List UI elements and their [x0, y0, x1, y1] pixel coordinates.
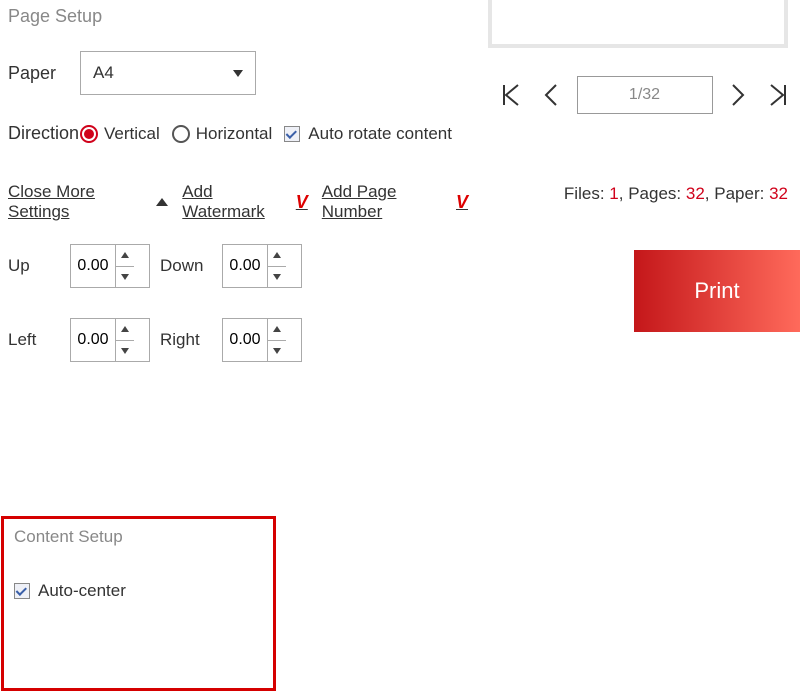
- paper-count-label: Paper:: [714, 184, 764, 203]
- auto-center-label: Auto-center: [38, 581, 126, 601]
- margin-right-label: Right: [160, 330, 212, 350]
- margin-left-input[interactable]: [71, 319, 115, 361]
- direction-vertical-radio[interactable]: Vertical: [80, 124, 160, 144]
- margin-down-increase[interactable]: [268, 245, 286, 267]
- paper-select[interactable]: A4: [80, 51, 256, 95]
- check-icon: [286, 127, 297, 138]
- auto-center-checkbox[interactable]: Auto-center: [14, 581, 126, 601]
- margin-right-decrease[interactable]: [268, 341, 286, 362]
- close-more-settings-label: Close More Settings: [8, 182, 148, 222]
- expand-icon: V: [296, 192, 308, 213]
- margin-down-decrease[interactable]: [268, 267, 286, 288]
- margin-right-input[interactable]: [223, 319, 267, 361]
- radio-unchecked-icon: [172, 125, 190, 143]
- margin-up-increase[interactable]: [116, 245, 134, 267]
- expand-icon: V: [456, 192, 468, 213]
- files-label: Files:: [564, 184, 605, 203]
- chevron-down-icon: [233, 70, 243, 77]
- auto-rotate-checkbox[interactable]: Auto rotate content: [284, 124, 452, 144]
- chevron-left-icon: [543, 83, 559, 107]
- arrow-down-icon: [121, 348, 129, 354]
- margin-left-label: Left: [8, 330, 60, 350]
- radio-checked-icon: [80, 125, 98, 143]
- page-setup-title: Page Setup: [8, 6, 468, 27]
- margin-down-label: Down: [160, 256, 212, 276]
- last-page-icon: [768, 83, 788, 107]
- margin-left-spinbox[interactable]: [70, 318, 150, 362]
- direction-horizontal-radio[interactable]: Horizontal: [172, 124, 273, 144]
- arrow-up-icon: [121, 326, 129, 332]
- add-watermark-label: Add Watermark: [182, 182, 289, 222]
- content-setup-title: Content Setup: [14, 527, 263, 547]
- paper-count-value: 32: [769, 184, 788, 203]
- margin-left-increase[interactable]: [116, 319, 134, 341]
- margin-down-input[interactable]: [223, 245, 267, 287]
- arrow-up-icon: [273, 326, 281, 332]
- margin-up-decrease[interactable]: [116, 267, 134, 288]
- chevron-up-icon: [156, 198, 168, 206]
- first-page-icon: [501, 83, 521, 107]
- prev-page-button[interactable]: [539, 79, 563, 111]
- last-page-button[interactable]: [764, 79, 792, 111]
- first-page-button[interactable]: [497, 79, 525, 111]
- pages-label: Pages:: [628, 184, 681, 203]
- pages-value: 32: [686, 184, 705, 203]
- margin-up-input[interactable]: [71, 245, 115, 287]
- pager: 1/32: [497, 76, 792, 114]
- content-setup-section: Content Setup Auto-center: [1, 516, 276, 691]
- direction-vertical-label: Vertical: [104, 124, 160, 144]
- margin-down-spinbox[interactable]: [222, 244, 302, 288]
- print-button[interactable]: Print: [634, 250, 800, 332]
- arrow-down-icon: [273, 348, 281, 354]
- add-page-number-link[interactable]: Add Page Number V: [322, 182, 468, 222]
- paper-value: A4: [93, 63, 114, 83]
- files-value: 1: [609, 184, 618, 203]
- margin-left-decrease[interactable]: [116, 341, 134, 362]
- margin-right-spinbox[interactable]: [222, 318, 302, 362]
- add-page-number-label: Add Page Number: [322, 182, 450, 222]
- chevron-right-icon: [730, 83, 746, 107]
- auto-rotate-label: Auto rotate content: [308, 124, 452, 144]
- add-watermark-link[interactable]: Add Watermark V: [182, 182, 307, 222]
- summary: Files: 1, Pages: 32, Paper: 32: [564, 184, 788, 204]
- margin-up-label: Up: [8, 256, 60, 276]
- direction-horizontal-label: Horizontal: [196, 124, 273, 144]
- check-icon: [16, 585, 27, 596]
- next-page-button[interactable]: [726, 79, 750, 111]
- paper-label: Paper: [8, 63, 80, 84]
- margin-up-spinbox[interactable]: [70, 244, 150, 288]
- direction-label: Direction: [8, 123, 80, 144]
- preview-frame: [488, 0, 788, 48]
- arrow-down-icon: [121, 274, 129, 280]
- page-indicator[interactable]: 1/32: [577, 76, 713, 114]
- arrow-up-icon: [121, 252, 129, 258]
- margin-right-increase[interactable]: [268, 319, 286, 341]
- close-more-settings-link[interactable]: Close More Settings: [8, 182, 168, 222]
- arrow-down-icon: [273, 274, 281, 280]
- arrow-up-icon: [273, 252, 281, 258]
